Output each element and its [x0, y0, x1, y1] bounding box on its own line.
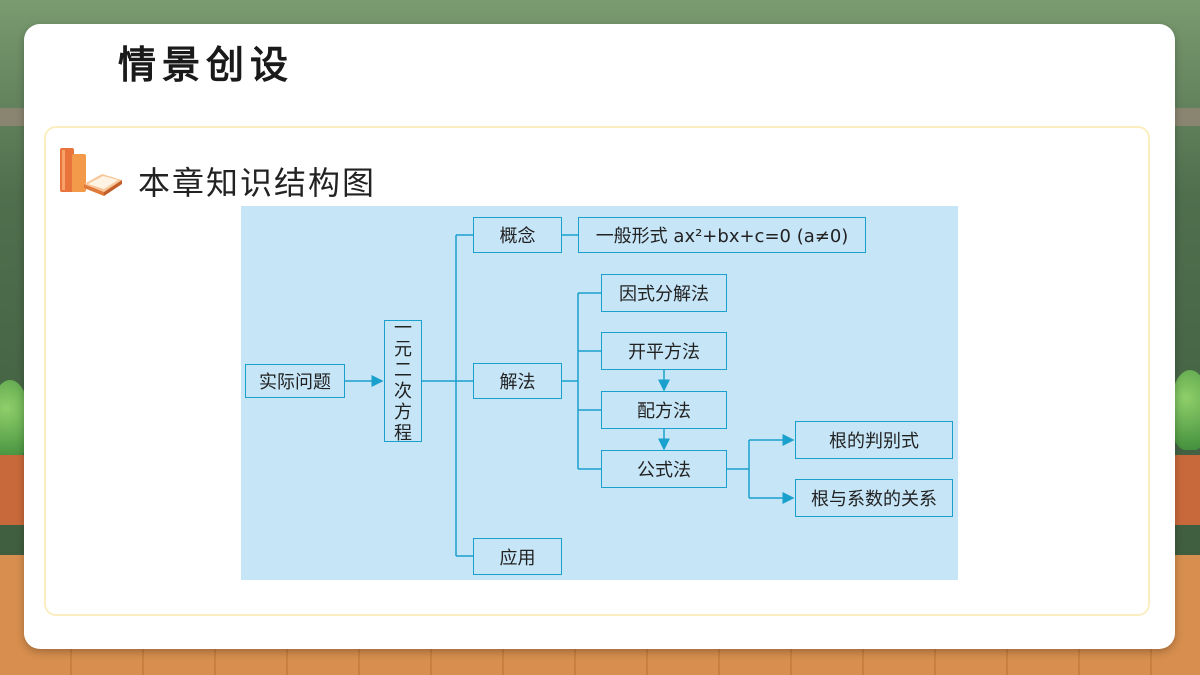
section-title: 本章知识结构图	[138, 164, 377, 202]
node-solutions: 解法	[473, 363, 562, 399]
node-quadratic-equation-char: 程	[394, 423, 412, 444]
node-quadratic-equation-char: 二	[394, 360, 412, 381]
node-factoring: 因式分解法	[601, 274, 727, 312]
node-quadratic-equation-char: 次	[394, 381, 412, 402]
node-vieta: 根与系数的关系	[795, 479, 953, 517]
node-quadratic-equation-char: 一	[394, 318, 412, 339]
node-quadratic-equation-char: 方	[394, 402, 412, 423]
node-completing-square: 配方法	[601, 391, 727, 429]
diagram-connectors	[345, 234, 795, 557]
node-general-form: 一般形式 ax²+bx+c=0 (a≠0)	[578, 217, 866, 253]
node-quadratic-equation-char: 元	[394, 339, 412, 360]
knowledge-structure-diagram: 实际问题 一 元 二 次 方 程 概念 一般形式 ax²+bx+c=0 (a≠0…	[241, 206, 958, 580]
node-concept: 概念	[473, 217, 562, 253]
node-discriminant: 根的判别式	[795, 421, 953, 459]
node-application: 应用	[473, 538, 562, 575]
books-icon	[60, 148, 122, 196]
node-practical-problem: 实际问题	[245, 364, 345, 398]
node-square-root-method: 开平方法	[601, 332, 727, 370]
node-quadratic-equation: 一 元 二 次 方 程	[384, 318, 422, 444]
page-title: 情景创设	[118, 42, 295, 87]
node-formula-method: 公式法	[601, 450, 727, 488]
